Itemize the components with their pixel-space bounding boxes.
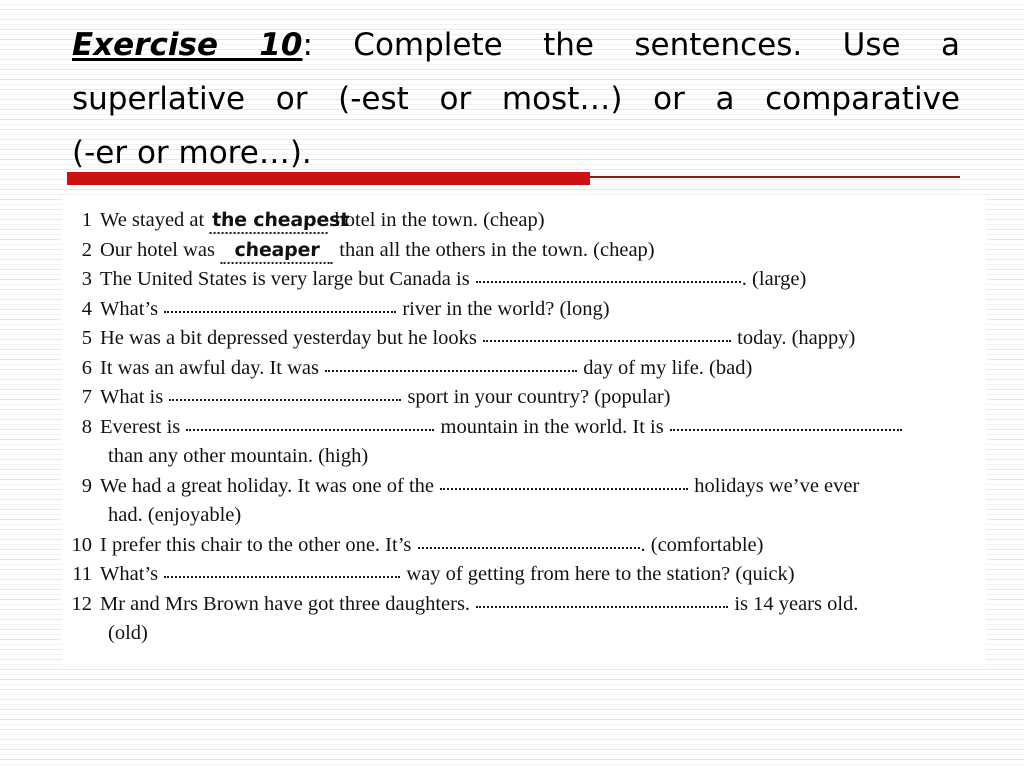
list-item: 3 The United States is very large but Ca… [62, 265, 986, 295]
item-text: What is sport in your country? (popular) [100, 383, 986, 413]
answer-blank[interactable]: the cheapest [210, 206, 350, 236]
list-item: 5 He was a bit depressed yesterday but h… [62, 324, 986, 354]
item-continuation: had. (enjoyable) [108, 504, 242, 526]
list-item-continuation: (old) [62, 619, 986, 649]
item-continuation: than any other mountain. (high) [108, 445, 369, 467]
item-text: We had a great holiday. It was one of th… [100, 472, 986, 502]
item-after: sport in your country? (popular) [407, 386, 671, 408]
item-text: What’s river in the world? (long) [100, 295, 986, 325]
item-before: I prefer this chair to the other one. It… [100, 533, 412, 556]
item-before: He was a bit depressed yesterday but he … [100, 327, 477, 349]
item-text: I prefer this chair to the other one. It… [100, 531, 986, 561]
item-text: He was a bit depressed yesterday but he … [100, 324, 986, 354]
item-before: We stayed at [100, 209, 205, 231]
title-line-1: Exercise 10: Complete the sentences. Use… [72, 18, 960, 72]
exercise-card: 1 We stayed at the cheapest hotel in the… [62, 196, 986, 666]
item-after: today. (happy) [737, 327, 856, 349]
list-item: 10 I prefer this chair to the other one.… [62, 531, 986, 561]
list-item: 6 It was an awful day. It was day of my … [62, 354, 986, 384]
slide-background: Exercise 10: Complete the sentences. Use… [0, 0, 1024, 768]
list-item: 1 We stayed at the cheapest hotel in the… [62, 206, 986, 236]
item-number: 6 [81, 356, 92, 379]
divider-thick-bar [67, 172, 590, 185]
item-continuation: (old) [108, 622, 148, 644]
exercise-list: 1 We stayed at the cheapest hotel in the… [62, 206, 986, 649]
title-line-1-rest: : Complete the sentences. Use a [302, 27, 960, 63]
item-after: hotel in the town. (cheap) [334, 209, 545, 231]
item-text: Mr and Mrs Brown have got three daughter… [100, 590, 986, 620]
list-item-continuation: than any other mountain. (high) [62, 442, 986, 472]
item-number: 1 [81, 209, 92, 231]
page-title: Exercise 10: Complete the sentences. Use… [72, 18, 960, 180]
item-before: What’s [100, 297, 159, 320]
list-item: 9 We had a great holiday. It was one of … [62, 472, 986, 502]
item-after: . (large) [741, 268, 807, 290]
item-text: It was an awful day. It was day of my li… [100, 354, 986, 384]
item-number: 2 [81, 238, 92, 261]
item-number: 4 [81, 297, 92, 320]
item-before: We had a great holiday. It was one of th… [100, 474, 435, 497]
item-after: way of getting from here to the station?… [406, 563, 795, 585]
item-text: The United States is very large but Cana… [100, 265, 986, 295]
list-item: 8 Everest is mountain in the world. It i… [62, 413, 986, 443]
item-after: holidays we’ve ever [694, 474, 860, 497]
item-before: What’s [100, 563, 159, 585]
item-after: is 14 years old. [734, 592, 859, 615]
list-item: 4 What’s river in the world? (long) [62, 295, 986, 325]
item-number: 10 [71, 533, 93, 556]
answer-text: cheaper [234, 238, 321, 261]
item-number: 3 [81, 268, 92, 290]
item-number: 11 [72, 563, 92, 585]
item-after: mountain in the world. It is [440, 415, 664, 438]
item-before: What is [100, 386, 164, 408]
list-item: 2 Our hotel was cheaper than all the oth… [62, 236, 986, 266]
item-after: than all the others in the town. (cheap) [339, 238, 655, 261]
item-number: 9 [81, 474, 92, 497]
item-before: The United States is very large but Cana… [100, 268, 470, 290]
red-divider [67, 172, 960, 185]
list-item: 12 Mr and Mrs Brown have got three daugh… [62, 590, 986, 620]
list-item: 7 What is sport in your country? (popula… [62, 383, 986, 413]
list-item: 11 What’s way of getting from here to th… [62, 560, 986, 590]
list-item-continuation: had. (enjoyable) [62, 501, 986, 531]
item-number: 8 [81, 415, 92, 438]
item-number: 12 [71, 592, 93, 615]
item-text: Everest is mountain in the world. It is [100, 413, 986, 443]
item-text: We stayed at the cheapest hotel in the t… [100, 206, 986, 236]
item-number: 5 [81, 327, 92, 349]
item-after: river in the world? (long) [402, 297, 610, 320]
item-text: What’s way of getting from here to the s… [100, 560, 986, 590]
item-before: Everest is [100, 415, 181, 438]
title-line-2: superlative or (-est or most…) or a comp… [72, 81, 960, 117]
answer-blank[interactable]: cheaper [221, 236, 334, 266]
item-before: Mr and Mrs Brown have got three daughter… [100, 592, 476, 615]
item-after: day of my life. (bad) [583, 356, 753, 379]
item-after: . (comfortable) [640, 533, 764, 556]
item-before: Our hotel was [100, 238, 216, 261]
item-number: 7 [81, 386, 92, 408]
answer-text: the cheapest [212, 209, 350, 231]
item-before: It was an awful day. It was [100, 356, 319, 379]
item-text: Our hotel was cheaper than all the other… [100, 236, 986, 266]
exercise-label: Exercise 10 [72, 27, 303, 63]
